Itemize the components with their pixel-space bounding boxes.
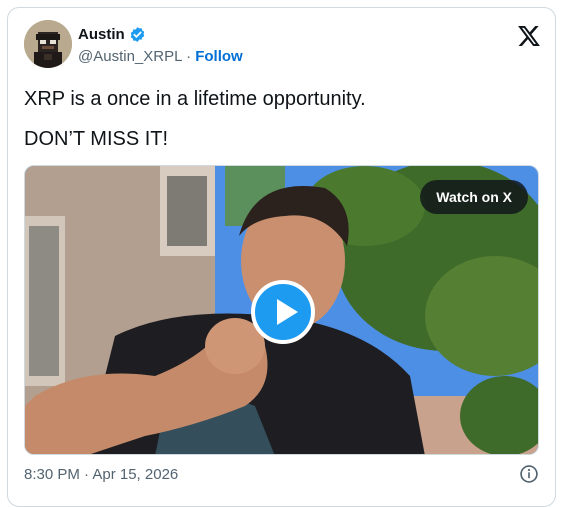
avatar[interactable] bbox=[24, 20, 72, 68]
tweet-timestamp[interactable]: 8:30 PM · Apr 15, 2026 bbox=[24, 466, 178, 483]
follow-button[interactable]: Follow bbox=[195, 48, 243, 65]
x-logo-icon[interactable] bbox=[518, 26, 540, 46]
tweet-line: XRP is a once in a lifetime opportunity. bbox=[24, 88, 366, 110]
video-player[interactable]: Watch on X bbox=[24, 165, 539, 455]
play-button[interactable] bbox=[251, 280, 315, 344]
verified-badge-icon bbox=[130, 27, 145, 42]
avatar-image bbox=[24, 20, 72, 68]
info-icon[interactable] bbox=[519, 464, 539, 484]
handle-row: @Austin_XRPL · Follow bbox=[78, 48, 243, 65]
author-handle[interactable]: @Austin_XRPL bbox=[78, 48, 182, 65]
tweet-text: XRP is a once in a lifetime opportunity.… bbox=[24, 86, 534, 152]
author-name[interactable]: Austin bbox=[78, 26, 125, 43]
watch-on-x-button[interactable]: Watch on X bbox=[420, 180, 528, 214]
tweet-card: Austin @Austin_XRPL · Follow XRP is a on… bbox=[7, 7, 556, 507]
separator: · bbox=[186, 48, 192, 65]
play-icon bbox=[277, 299, 298, 325]
tweet-line: DON’T MISS IT! bbox=[24, 128, 169, 150]
